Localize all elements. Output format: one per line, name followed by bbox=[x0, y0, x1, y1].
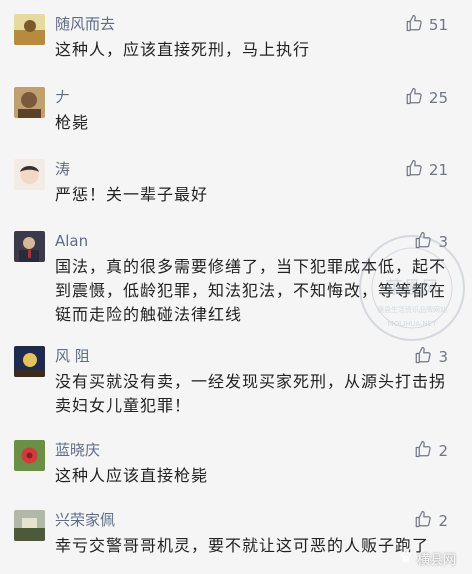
thumbs-up-icon bbox=[414, 510, 432, 532]
like-button[interactable]: 25 bbox=[405, 87, 448, 109]
watermark-seal: 莱县风 横县生活资讯品牌网站 MOLIHUA.NET bbox=[356, 232, 468, 344]
comment-text: 严惩！关一辈子最好 bbox=[55, 185, 209, 204]
logo-text: 横县网 bbox=[416, 553, 456, 568]
like-count: 3 bbox=[438, 348, 448, 366]
thumbs-up-icon bbox=[405, 87, 423, 109]
like-count: 51 bbox=[428, 16, 448, 34]
comment-text: 幸亏交警哥哥机灵，要不就让这可恶的人贩子跑了 bbox=[55, 536, 430, 555]
comment-text: 没有买就没有卖，一经发现买家死刑，从源头打击拐卖妇女儿童犯罪！ bbox=[55, 372, 447, 415]
comment-text: 这种人，应该直接死刑，马上执行 bbox=[55, 40, 311, 59]
like-button[interactable]: 2 bbox=[414, 440, 448, 462]
thumbs-up-icon bbox=[414, 440, 432, 462]
avatar[interactable] bbox=[14, 14, 45, 45]
like-button[interactable]: 21 bbox=[405, 159, 448, 181]
avatar[interactable] bbox=[14, 346, 45, 377]
author-name[interactable]: 兴荣家佩 bbox=[55, 510, 115, 530]
like-count: 25 bbox=[428, 89, 448, 107]
author-name[interactable]: Alan bbox=[55, 231, 88, 251]
author-name[interactable]: 随风而去 bbox=[55, 14, 115, 34]
thumbs-up-icon bbox=[405, 14, 423, 36]
comment-text: 这种人应该直接枪毙 bbox=[55, 466, 209, 485]
watermark-text: 横县生活资讯品牌网站 bbox=[377, 305, 447, 314]
thumbs-up-icon bbox=[405, 159, 423, 181]
like-count: 2 bbox=[438, 442, 448, 460]
comment-text: 枪毙 bbox=[55, 113, 90, 132]
thumbs-up-icon bbox=[414, 346, 432, 368]
like-button[interactable]: 51 bbox=[405, 14, 448, 36]
site-logo: 横县网 bbox=[399, 549, 456, 568]
author-name[interactable]: 涛 bbox=[55, 159, 70, 179]
avatar[interactable] bbox=[14, 440, 45, 471]
like-count: 21 bbox=[428, 161, 448, 179]
avatar[interactable] bbox=[14, 510, 45, 541]
avatar[interactable] bbox=[14, 87, 45, 118]
like-button[interactable]: 2 bbox=[414, 510, 448, 532]
author-name[interactable]: 风 阻 bbox=[55, 346, 90, 366]
like-count: 2 bbox=[438, 512, 448, 530]
watermark-brand: 莱县风 bbox=[385, 278, 439, 299]
watermark-url: MOLIHUA.NET bbox=[388, 320, 437, 328]
like-button[interactable]: 3 bbox=[414, 346, 448, 368]
avatar[interactable] bbox=[14, 159, 45, 190]
avatar[interactable] bbox=[14, 231, 45, 262]
paw-icon bbox=[399, 550, 413, 568]
author-name[interactable]: 𠂇 bbox=[55, 87, 70, 107]
author-name[interactable]: 蓝晓庆 bbox=[55, 440, 100, 460]
